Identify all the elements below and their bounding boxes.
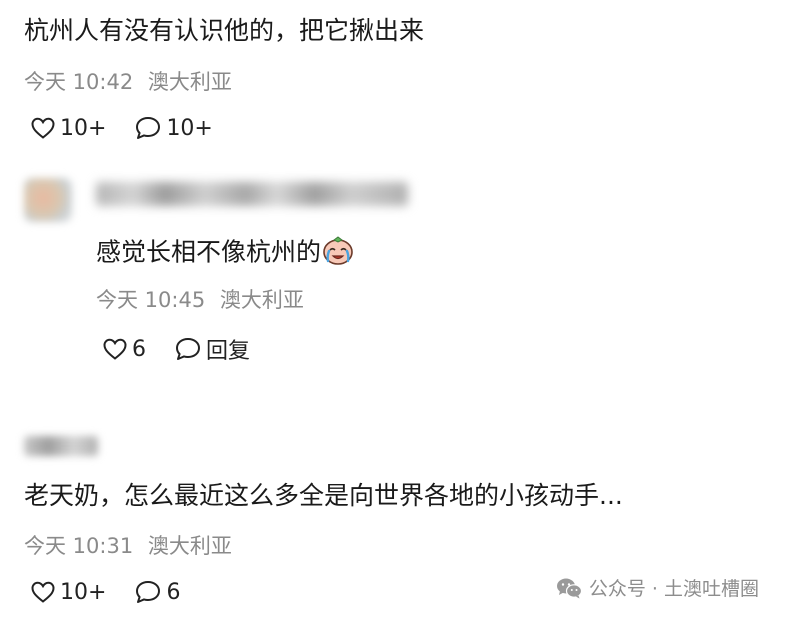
comment-2-location: 澳大利亚 [219, 288, 304, 312]
comment-2-actions: 6 回复 [102, 333, 278, 365]
watermark-text: 公众号 · 土澳吐槽圈 [588, 578, 759, 600]
comment-2-reply-label: 回复 [206, 339, 251, 364]
comment-2-like-count: 6 [132, 336, 146, 362]
comment-1-reply-button[interactable]: 10+ [134, 115, 213, 141]
heart-icon [31, 117, 55, 139]
comment-3-like-button[interactable]: 10+ [30, 580, 106, 605]
comment-3-actions: 10+ 6 [30, 579, 208, 605]
username[interactable] [96, 182, 408, 206]
comment-3-time: 今天 10:31 [24, 534, 134, 558]
comment-3-text: 老天奶，怎么最近这么多全是向世界各地的小孩动手... [24, 481, 623, 510]
comment-2-meta: 今天 10:45 澳大利亚 [96, 287, 304, 313]
comment-1-text: 杭州人有没有认识他的，把它揪出来 [24, 16, 425, 45]
comment-1-actions: 10+ 10+ [30, 115, 241, 141]
comment-1-like-count: 10+ [60, 115, 107, 141]
heart-icon [31, 581, 55, 603]
wechat-icon [556, 578, 582, 598]
speech-bubble-icon [136, 581, 161, 603]
avatar[interactable] [24, 178, 72, 222]
comment-1-meta: 今天 10:42 澳大利亚 [24, 69, 232, 95]
speech-bubble-icon [136, 117, 161, 139]
comment-3-location: 澳大利亚 [147, 534, 232, 558]
comment-2-reply-button[interactable]: 回复 [174, 333, 250, 365]
comment-1-time: 今天 10:42 [24, 70, 134, 94]
speech-bubble-icon [176, 338, 200, 360]
comment-2-time: 今天 10:45 [96, 288, 206, 312]
comment-1-like-button[interactable]: 10+ [30, 116, 106, 141]
comment-3-like-count: 10+ [60, 579, 107, 605]
heart-icon [103, 338, 127, 360]
comment-1-location: 澳大利亚 [147, 70, 232, 94]
comment-2-text: 感觉长相不像杭州的 [96, 234, 355, 273]
watermark: 公众号 · 土澳吐槽圈 [555, 574, 759, 601]
comment-2-like-button[interactable]: 6 [102, 337, 146, 362]
username[interactable] [24, 436, 98, 456]
comment-3-reply-count: 6 [166, 579, 181, 605]
comment-1-reply-count: 10+ [166, 115, 213, 141]
crying-face-emoji-icon [321, 234, 355, 273]
comment-2-body: 感觉长相不像杭州的 [96, 237, 322, 267]
comment-3-reply-button[interactable]: 6 [134, 579, 180, 605]
comment-3-meta: 今天 10:31 澳大利亚 [24, 533, 232, 559]
